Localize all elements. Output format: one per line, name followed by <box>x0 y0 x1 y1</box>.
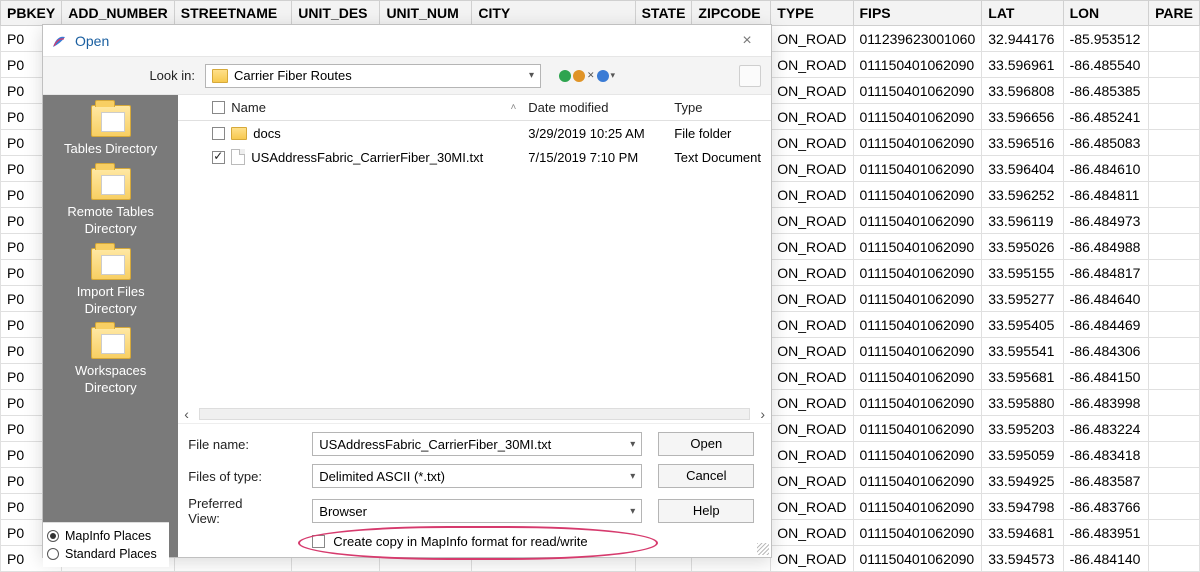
column-header[interactable]: LAT <box>982 1 1063 26</box>
header-name[interactable]: Name ˄ <box>206 96 522 119</box>
column-header[interactable]: PBKEY <box>1 1 62 26</box>
horizontal-scrollbar[interactable]: ‹ › <box>178 405 771 423</box>
open-button[interactable]: Open <box>658 432 754 456</box>
menu-caret-icon[interactable]: ▾ <box>611 70 616 81</box>
column-header[interactable]: ZIPCODE <box>692 1 771 26</box>
folder-icon <box>91 327 131 359</box>
views-button[interactable] <box>739 65 761 87</box>
header-type[interactable]: Type <box>668 96 767 119</box>
column-header[interactable]: CITY <box>472 1 635 26</box>
file-list-header: Name ˄ Date modified Type <box>178 95 771 121</box>
folder-icon <box>91 248 131 280</box>
back-icon[interactable] <box>559 70 571 82</box>
radio-icon <box>47 548 59 560</box>
new-folder-icon[interactable] <box>597 70 609 82</box>
file-icon <box>231 149 245 165</box>
column-header[interactable]: ADD_NUMBER <box>62 1 175 26</box>
places-selector: MapInfo Places Standard Places <box>43 522 169 567</box>
mapinfo-logo-icon <box>51 33 67 49</box>
lookin-row: Look in: Carrier Fiber Routes ▾ ✕ ▾ <box>43 57 771 95</box>
file-checkbox[interactable] <box>212 127 225 140</box>
filetype-label: Files of type: <box>188 469 312 484</box>
create-copy-checkbox[interactable] <box>312 535 325 548</box>
chevron-down-icon: ▾ <box>630 439 635 450</box>
cancel-button[interactable]: Cancel <box>658 464 754 488</box>
dialog-title: Open <box>75 33 109 49</box>
column-header[interactable]: UNIT_NUM <box>380 1 472 26</box>
scroll-left-icon[interactable]: ‹ <box>184 406 189 422</box>
column-header[interactable]: LON <box>1063 1 1148 26</box>
open-dialog: Open × Look in: Carrier Fiber Routes ▾ ✕… <box>42 24 772 558</box>
select-all-checkbox[interactable] <box>212 101 225 114</box>
sidebar-item-workspaces[interactable]: Workspaces Directory <box>49 327 172 397</box>
sort-asc-icon: ˄ <box>510 102 516 113</box>
nav-toolbar: ✕ ▾ <box>559 70 615 82</box>
folder-icon <box>212 69 228 83</box>
filename-field[interactable]: USAddressFabric_CarrierFiber_30MI.txt ▾ <box>312 432 642 456</box>
places-sidebar: Tables Directory Remote Tables Directory… <box>43 95 178 557</box>
help-button[interactable]: Help <box>658 499 754 523</box>
chevron-down-icon: ▾ <box>630 506 635 517</box>
titlebar: Open × <box>43 25 771 57</box>
column-header[interactable]: STATE <box>635 1 692 26</box>
close-button[interactable]: × <box>733 32 761 50</box>
lookin-label: Look in: <box>53 68 205 83</box>
folder-icon <box>231 127 247 140</box>
column-header[interactable]: STREETNAME <box>174 1 291 26</box>
file-row[interactable]: USAddressFabric_CarrierFiber_30MI.txt7/1… <box>178 145 771 169</box>
chevron-down-icon: ▾ <box>630 471 635 482</box>
column-header[interactable]: PARE <box>1149 1 1200 26</box>
file-row[interactable]: docs3/29/2019 10:25 AMFile folder <box>178 121 771 145</box>
up-icon[interactable] <box>573 70 585 82</box>
sidebar-item-tables[interactable]: Tables Directory <box>49 105 172 158</box>
column-header[interactable]: TYPE <box>771 1 853 26</box>
prefview-field[interactable]: Browser ▾ <box>312 499 642 523</box>
file-list-panel: Name ˄ Date modified Type docs3/29/2019 … <box>178 95 771 557</box>
filetype-field[interactable]: Delimited ASCII (*.txt) ▾ <box>312 464 642 488</box>
dialog-body: Tables Directory Remote Tables Directory… <box>43 95 771 557</box>
scroll-right-icon[interactable]: › <box>760 406 765 422</box>
radio-icon <box>47 530 59 542</box>
create-copy-label: Create copy in MapInfo format for read/w… <box>333 534 587 549</box>
mapinfo-places-radio[interactable]: MapInfo Places <box>47 527 165 545</box>
resize-grip[interactable] <box>757 543 769 555</box>
prefview-label: Preferred View: <box>188 496 312 526</box>
column-header[interactable]: FIPS <box>853 1 982 26</box>
lookin-value: Carrier Fiber Routes <box>234 68 352 83</box>
column-header[interactable]: UNIT_DES <box>292 1 380 26</box>
sidebar-item-remote-tables[interactable]: Remote Tables Directory <box>49 168 172 238</box>
chevron-down-icon: ▾ <box>529 70 534 81</box>
standard-places-radio[interactable]: Standard Places <box>47 545 165 563</box>
folder-icon <box>91 168 131 200</box>
create-copy-row: Create copy in MapInfo format for read/w… <box>312 534 642 549</box>
sidebar-item-import-files[interactable]: Import Files Directory <box>49 248 172 318</box>
dialog-bottom: File name: USAddressFabric_CarrierFiber_… <box>178 423 771 557</box>
delete-icon[interactable]: ✕ <box>587 70 595 81</box>
file-list: docs3/29/2019 10:25 AMFile folderUSAddre… <box>178 121 771 169</box>
folder-icon <box>91 105 131 137</box>
lookin-dropdown[interactable]: Carrier Fiber Routes ▾ <box>205 64 541 88</box>
header-date[interactable]: Date modified <box>522 96 668 119</box>
filename-label: File name: <box>188 437 312 452</box>
file-checkbox[interactable] <box>212 151 225 164</box>
